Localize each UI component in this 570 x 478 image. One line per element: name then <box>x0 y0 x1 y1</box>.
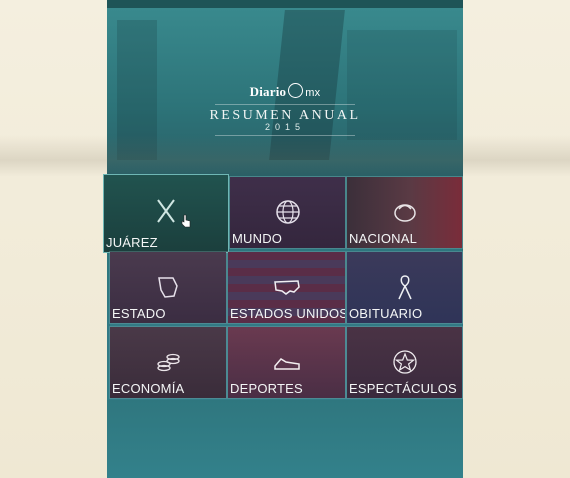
section-label: ESPECTÁCULOS <box>349 381 457 396</box>
section-tile-espectaculos[interactable]: ESPECTÁCULOS <box>346 326 463 399</box>
star-icon <box>392 350 417 374</box>
section-label: OBITUARIO <box>349 306 423 321</box>
section-tile-obituario[interactable]: OBITUARIO <box>346 251 463 324</box>
section-tile-nacional[interactable]: NACIONAL <box>346 176 463 249</box>
page-year: 2015 <box>264 122 306 132</box>
section-label: ESTADO <box>112 306 166 321</box>
section-tile-estados-unidos[interactable]: ESTADOS UNIDOS <box>227 251 346 324</box>
section-tile-deportes[interactable]: DEPORTES <box>227 326 346 399</box>
section-label: NACIONAL <box>349 231 418 246</box>
sneaker-icon <box>273 358 300 370</box>
coins-icon <box>157 353 180 372</box>
logo-seal-icon <box>288 83 304 98</box>
section-grid: JUÁREZ MUNDO NACIONAL ESTADO ESTADOS UNI… <box>103 174 463 400</box>
x-icon <box>157 199 175 223</box>
ribbon-icon <box>397 275 412 300</box>
logo-text: Diario <box>249 84 287 99</box>
right-margin <box>462 0 570 478</box>
eagle-emblem-icon <box>393 204 416 222</box>
globe-icon <box>275 200 300 224</box>
logo-suffix: mx <box>305 87 321 99</box>
diario-logo[interactable]: Diario mx <box>107 83 463 100</box>
hand-cursor-icon <box>181 214 191 228</box>
section-label: ECONOMÍA <box>112 381 185 396</box>
title-rule-bottom <box>215 135 355 136</box>
section-label: JUÁREZ <box>106 235 158 250</box>
section-tile-juarez[interactable]: JUÁREZ <box>103 174 229 253</box>
title-rule-top <box>215 104 355 105</box>
section-label: ESTADOS UNIDOS <box>230 306 346 321</box>
top-bar <box>107 0 463 8</box>
section-tile-estado[interactable]: ESTADO <box>109 251 227 324</box>
footer-area <box>107 400 463 478</box>
hero-banner: Diario mx RESUMEN ANUAL 2015 <box>107 0 463 176</box>
section-label: MUNDO <box>232 231 283 246</box>
section-tile-economia[interactable]: ECONOMÍA <box>109 326 227 399</box>
section-label: DEPORTES <box>230 381 303 396</box>
state-map-icon <box>158 277 178 298</box>
section-tile-mundo[interactable]: MUNDO <box>229 176 346 249</box>
usa-map-icon <box>273 280 300 295</box>
left-margin <box>0 0 107 478</box>
